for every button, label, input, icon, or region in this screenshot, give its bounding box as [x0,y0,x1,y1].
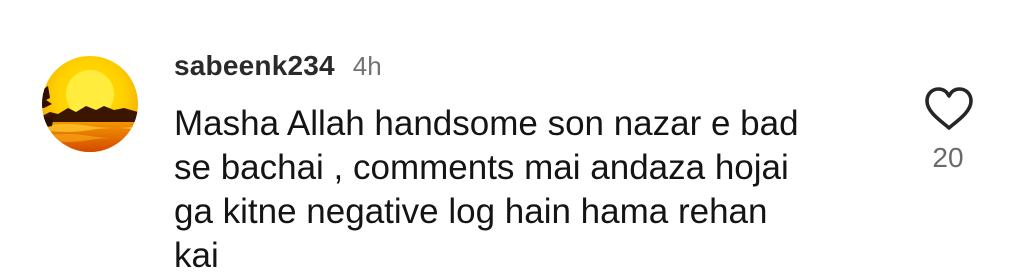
comment-header: sabeenk234 4h [174,50,382,84]
like-count: 20 [932,142,964,173]
like-button[interactable] [922,86,976,132]
sunset-avatar-image [42,56,138,152]
comment-text-line: kai [174,236,219,275]
comment-text-line: Masha Allah handsome son nazar e bad [174,104,799,143]
username[interactable]: sabeenk234 [174,50,335,82]
timestamp: 4h [352,51,382,81]
heart-outline-icon [925,87,973,130]
comment-item: sabeenk234 4h Masha Allah handsome son n… [0,0,1024,278]
comment-text-line: se bachai , comments mai andaza hojai [174,148,789,187]
comment-text: Masha Allah handsome son nazar e bad se … [174,102,894,278]
comment-text-line: ga kitne negative log hain hama rehan [174,192,768,231]
avatar[interactable] [42,56,138,152]
